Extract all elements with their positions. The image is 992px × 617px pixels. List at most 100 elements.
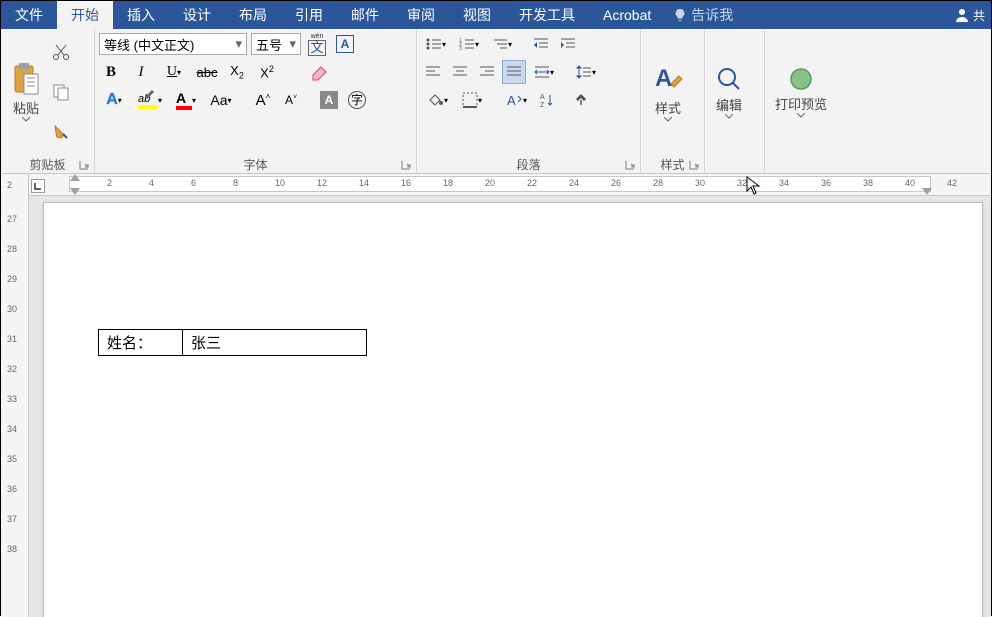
borders-button[interactable]: ▾ (456, 88, 488, 112)
shrink-font-button[interactable]: A˅ (279, 88, 303, 112)
tab-selector[interactable] (31, 179, 45, 193)
chevron-down-icon (22, 117, 30, 122)
character-shading-button[interactable]: A (317, 88, 341, 112)
print-preview-button[interactable]: 打印预览 (769, 32, 833, 152)
align-right-button[interactable] (475, 60, 499, 84)
cut-button[interactable] (49, 40, 73, 64)
scissors-icon (52, 43, 70, 61)
group-label-clipboard: 剪贴板 (29, 156, 65, 173)
paragraph-launcher[interactable] (623, 158, 637, 172)
grow-font-button[interactable]: A˄ (251, 88, 275, 112)
highlighter-icon (144, 87, 156, 99)
circle-icon (788, 66, 814, 92)
tab-design[interactable]: 设计 (169, 1, 225, 29)
text-effects-button[interactable]: A▾ (99, 88, 129, 112)
sort-button[interactable]: AZ (535, 88, 559, 112)
launcher-icon (689, 160, 699, 170)
page[interactable]: 姓名： 张三 (43, 202, 983, 617)
align-right-icon (479, 65, 495, 79)
styles-button[interactable]: A 样式 (645, 32, 691, 152)
font-color-button[interactable]: A▾ (171, 88, 201, 112)
vruler-tick: 2 (7, 180, 12, 190)
tab-file[interactable]: 文件 (1, 1, 57, 29)
align-center-button[interactable] (448, 60, 472, 84)
pilcrow-icon (573, 92, 589, 108)
hruler-tick: 12 (317, 178, 327, 188)
group-styles: A 样式 样式 (641, 29, 705, 173)
vruler-tick: 35 (7, 454, 17, 464)
table-cell-value[interactable]: 张三 (183, 330, 367, 356)
first-line-indent-marker[interactable] (70, 174, 80, 181)
vruler-tick: 30 (7, 304, 17, 314)
font-name-combo[interactable]: 等线 (中文正文)▾ (99, 33, 247, 55)
hruler-tick: 10 (275, 178, 285, 188)
paste-button[interactable]: 粘贴 (5, 32, 47, 152)
numbering-button[interactable]: 123▾ (454, 32, 484, 56)
group-label-font: 字体 (243, 156, 267, 173)
horizontal-ruler[interactable]: 2 4 6 8 10 12 14 16 18 20 22 24 26 28 30… (29, 174, 991, 196)
hruler-tick: 20 (485, 178, 495, 188)
tab-acrobat[interactable]: Acrobat (589, 1, 665, 29)
decrease-indent-button[interactable] (529, 32, 553, 56)
format-painter-button[interactable] (49, 120, 73, 144)
justify-button[interactable] (502, 60, 526, 84)
line-spacing-button[interactable]: ▾ (571, 60, 601, 84)
table-row[interactable]: 姓名： 张三 (99, 330, 367, 356)
shading-button[interactable]: ▾ (421, 88, 453, 112)
enclose-characters-button[interactable]: 字 (345, 88, 369, 112)
vruler-tick: 27 (7, 214, 17, 224)
clear-formatting-button[interactable] (307, 60, 331, 84)
editing-button[interactable]: 编辑 (709, 32, 749, 152)
vruler-tick: 28 (7, 244, 17, 254)
asian-layout-button[interactable]: A▾ (500, 88, 532, 112)
hruler-tick: 42 (947, 178, 957, 188)
align-left-button[interactable] (421, 60, 445, 84)
tab-review[interactable]: 审阅 (393, 1, 449, 29)
subscript-button[interactable]: X2 (225, 60, 249, 84)
change-case-button[interactable]: Aa▾ (205, 88, 237, 112)
font-size-combo[interactable]: 五号▾ (251, 33, 301, 55)
multilevel-list-button[interactable]: ▾ (487, 32, 517, 56)
bold-button[interactable]: B (99, 60, 123, 84)
styles-launcher[interactable] (687, 158, 701, 172)
styles-icon: A (651, 62, 685, 96)
tab-mailings[interactable]: 邮件 (337, 1, 393, 29)
vruler-tick: 29 (7, 274, 17, 284)
vertical-ruler[interactable]: 2 27 28 29 30 31 32 33 34 35 36 37 38 (1, 174, 29, 617)
paint-bucket-icon (426, 92, 444, 108)
document-table[interactable]: 姓名： 张三 (98, 329, 367, 356)
share-button[interactable]: 共 (948, 1, 991, 29)
right-indent-marker[interactable] (922, 188, 932, 195)
character-border-button[interactable]: A (333, 32, 357, 56)
font-launcher[interactable] (399, 158, 413, 172)
tab-references[interactable]: 引用 (281, 1, 337, 29)
increase-indent-button[interactable] (556, 32, 580, 56)
tab-developer[interactable]: 开发工具 (505, 1, 589, 29)
clipboard-launcher[interactable] (77, 158, 91, 172)
ribbon-tabs: 文件 开始 插入 设计 布局 引用 邮件 审阅 视图 开发工具 Acrobat … (1, 1, 991, 29)
show-marks-button[interactable] (569, 88, 593, 112)
vruler-tick: 32 (7, 364, 17, 374)
tab-home[interactable]: 开始 (57, 1, 113, 29)
copy-button[interactable] (49, 80, 73, 104)
distributed-button[interactable]: ▾ (529, 60, 559, 84)
tab-insert[interactable]: 插入 (113, 1, 169, 29)
underline-button[interactable]: U▾ (159, 60, 189, 84)
tell-me-search[interactable]: 告诉我 (665, 1, 741, 29)
tab-view[interactable]: 视图 (449, 1, 505, 29)
bullets-button[interactable]: ▾ (421, 32, 451, 56)
strikethrough-button[interactable]: abc (195, 60, 219, 84)
hanging-indent-marker[interactable] (70, 188, 80, 195)
table-cell-label[interactable]: 姓名： (99, 330, 183, 356)
phonetic-guide-button[interactable]: wén文 (303, 32, 331, 56)
indent-icon (560, 37, 576, 51)
vruler-tick: 31 (7, 334, 17, 344)
superscript-button[interactable]: X2 (255, 60, 279, 84)
hruler-tick: 34 (779, 178, 789, 188)
justify-icon (506, 65, 522, 79)
highlight-button[interactable]: ab▾ (133, 88, 167, 112)
italic-button[interactable]: I (129, 60, 153, 84)
eraser-icon (309, 63, 329, 81)
document-area[interactable]: 姓名： 张三 (29, 196, 991, 617)
tab-layout[interactable]: 布局 (225, 1, 281, 29)
